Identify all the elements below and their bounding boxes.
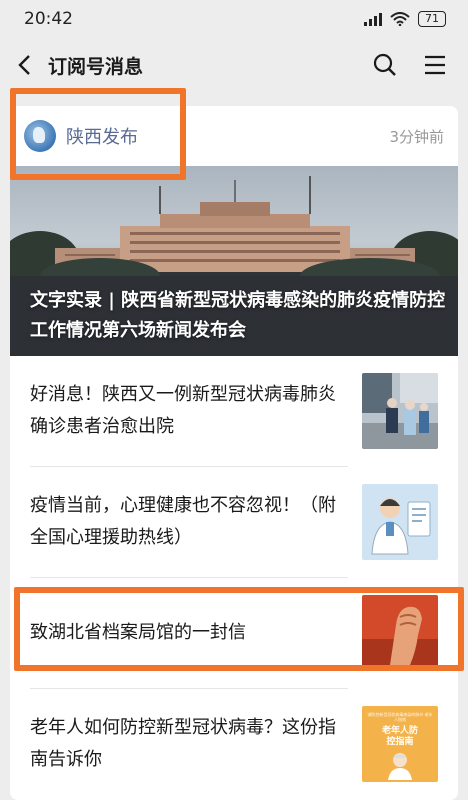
battery-icon: 71 bbox=[418, 11, 446, 27]
doctor-illustration-thumbnail bbox=[362, 484, 438, 560]
elderly-guide-thumbnail: 湖防控新型冠状病毒感染的肺炎·老年人指南 老年人防控指南 bbox=[362, 706, 438, 782]
page-title: 订阅号消息 bbox=[48, 55, 144, 78]
menu-button[interactable] bbox=[410, 40, 460, 90]
hero-title[interactable]: 文字实录 | 陕西省新型冠状病毒感染的肺炎疫情防控工作情况第六场新闻发布会 bbox=[30, 286, 446, 346]
article-item[interactable]: 致湖北省档案局馆的一封信 bbox=[10, 578, 458, 688]
wifi-icon bbox=[390, 12, 410, 26]
search-button[interactable] bbox=[360, 40, 410, 90]
fist-map-thumbnail bbox=[362, 595, 438, 671]
guide-subtitle: 湖防控新型冠状病毒感染的肺炎·老年人指南 bbox=[367, 712, 433, 722]
article-item[interactable]: 疫情当前，心理健康也不容忽视！（附全国心理援助热线） bbox=[10, 467, 458, 577]
subscription-card: 陕西发布 3分钟前 文字实录 | 陕西省新型冠状病毒感染的肺炎疫情防控工作情况第… bbox=[10, 106, 458, 800]
timestamp: 3分钟前 bbox=[389, 127, 444, 146]
article-title[interactable]: 老年人如何防控新型冠状病毒？这份指南告诉你 bbox=[30, 712, 362, 776]
hero-article[interactable]: 文字实录 | 陕西省新型冠状病毒感染的肺炎疫情防控工作情况第六场新闻发布会 bbox=[10, 166, 458, 356]
status-time: 20:42 bbox=[24, 9, 73, 29]
back-button[interactable] bbox=[2, 40, 46, 90]
status-icons: 71 bbox=[364, 11, 446, 27]
nav-bar: 订阅号消息 bbox=[0, 40, 468, 90]
article-title[interactable]: 致湖北省档案局馆的一封信 bbox=[30, 617, 362, 649]
status-bar: 20:42 71 bbox=[0, 0, 468, 38]
search-icon bbox=[373, 53, 396, 76]
article-item[interactable]: 好消息！陕西又一例新型冠状病毒肺炎确诊患者治愈出院 bbox=[10, 356, 458, 466]
nav-actions bbox=[360, 40, 468, 90]
article-item[interactable]: 老年人如何防控新型冠状病毒？这份指南告诉你 湖防控新型冠状病毒感染的肺炎·老年人… bbox=[10, 689, 458, 799]
avatar[interactable] bbox=[24, 120, 56, 152]
account-header[interactable]: 陕西发布 3分钟前 bbox=[10, 106, 458, 166]
signal-icon bbox=[364, 12, 382, 26]
article-title[interactable]: 疫情当前，心理健康也不容忽视！（附全国心理援助热线） bbox=[30, 490, 362, 554]
guide-title: 老年人防控指南 bbox=[381, 726, 418, 747]
chevron-left-icon bbox=[18, 55, 30, 75]
article-title[interactable]: 好消息！陕西又一例新型冠状病毒肺炎确诊患者治愈出院 bbox=[30, 379, 362, 443]
hospital-photo-thumbnail bbox=[362, 373, 438, 449]
elderly-person-icon bbox=[388, 753, 412, 780]
menu-icon bbox=[425, 55, 445, 75]
account-name[interactable]: 陕西发布 bbox=[66, 123, 138, 149]
